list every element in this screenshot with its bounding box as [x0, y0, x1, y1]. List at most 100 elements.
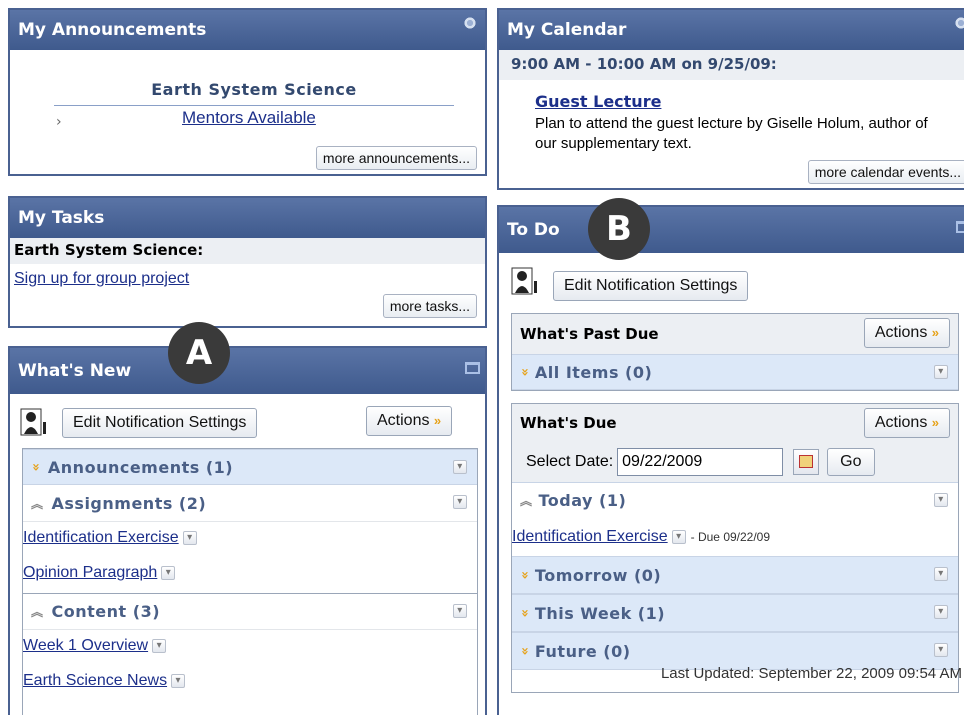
- chevron-down-icon: »: [433, 413, 442, 428]
- whats-new-sections: » Announcements (1) ▾ ︽ Assignments (2) …: [22, 448, 478, 715]
- chevron-up-icon: ︽: [520, 494, 533, 508]
- todo-header: To Do: [499, 207, 964, 253]
- announcements-header: My Announcements: [10, 10, 485, 50]
- todo-title: To Do: [507, 220, 560, 240]
- chevron-down-icon[interactable]: ▾: [934, 365, 948, 379]
- item-link[interactable]: Week 1 Overview: [23, 637, 148, 655]
- calendar-header: My Calendar: [499, 10, 964, 50]
- section-tomorrow[interactable]: » Tomorrow (0) ▾: [512, 556, 958, 594]
- chevron-down-icon[interactable]: ▾: [453, 495, 467, 509]
- announcements-course: Earth System Science: [54, 80, 454, 106]
- announcements-title: My Announcements: [18, 20, 207, 40]
- chevron-down-icon[interactable]: ▾: [934, 493, 948, 507]
- past-due-actions-button[interactable]: Actions »: [863, 318, 950, 348]
- section-label: Assignments (2): [51, 493, 207, 513]
- last-updated-text: Last Updated: September 22, 2009 09:54 A…: [660, 665, 962, 682]
- whats-new-actions-button[interactable]: Actions »: [366, 406, 453, 436]
- tasks-title: My Tasks: [18, 208, 105, 228]
- list-item: Earth Science News ▾: [23, 661, 477, 701]
- due-date-text: - Due 09/22/09: [690, 530, 771, 544]
- go-button[interactable]: Go: [827, 448, 875, 476]
- date-input[interactable]: [617, 448, 784, 476]
- section-all-items[interactable]: » All Items (0) ▾: [512, 354, 958, 390]
- section-this-week[interactable]: » This Week (1) ▾: [512, 594, 958, 632]
- whats-due-actions-button[interactable]: Actions »: [863, 408, 950, 438]
- actions-label: Actions: [874, 324, 928, 341]
- chevron-up-icon: ︽: [31, 605, 44, 619]
- calendar-time: 9:00 AM - 10:00 AM on 9/25/09:: [499, 50, 964, 80]
- section-label: Content (3): [51, 602, 161, 621]
- chevron-down-icon: »: [516, 646, 532, 656]
- calendar-event-link[interactable]: Guest Lecture: [535, 92, 661, 111]
- chevron-down-icon[interactable]: ▾: [934, 567, 948, 581]
- section-announcements[interactable]: » Announcements (1) ▾: [23, 449, 477, 485]
- arrow-right-icon: ›: [56, 114, 62, 130]
- past-due-panel: What's Past Due Actions » » All Items (0…: [511, 313, 959, 391]
- whats-new-module: What's New Edit Notification Settings Ac…: [8, 346, 487, 715]
- todo-module: To Do Edit Notification Settings What's …: [497, 205, 964, 715]
- gear-icon[interactable]: [954, 16, 964, 30]
- section-label: Today (1): [538, 491, 627, 510]
- item-link[interactable]: Identification Exercise: [512, 528, 668, 546]
- section-label: Tomorrow (0): [534, 565, 662, 585]
- whats-new-edit-notification-button[interactable]: Edit Notification Settings: [62, 408, 258, 438]
- chevron-up-icon: ︽: [31, 496, 44, 511]
- minimize-icon[interactable]: [463, 362, 480, 374]
- whats-due-panel: What's Due Actions » Select Date: Go ︽ T…: [511, 403, 959, 693]
- task-link[interactable]: Sign up for group project: [14, 270, 189, 288]
- section-content[interactable]: ︽ Content (3) ▾: [23, 593, 477, 629]
- chevron-down-icon[interactable]: ▾: [152, 638, 167, 653]
- section-label: Future (0): [534, 641, 631, 661]
- callout-b: B: [588, 198, 650, 260]
- callout-a: A: [168, 322, 230, 384]
- actions-label: Actions: [874, 414, 928, 431]
- section-label: All Items (0): [534, 362, 653, 382]
- chevron-down-icon: »: [516, 367, 532, 377]
- item-link[interactable]: Opinion Paragraph: [23, 564, 157, 582]
- item-link[interactable]: Identification Exercise: [23, 529, 179, 547]
- chevron-down-icon[interactable]: ▾: [934, 643, 948, 657]
- tasks-module: My Tasks Earth System Science: Sign up f…: [8, 196, 487, 328]
- gear-icon[interactable]: [463, 16, 477, 30]
- chevron-down-icon: »: [931, 325, 939, 340]
- whats-new-header: What's New: [10, 348, 485, 394]
- chevron-down-icon[interactable]: ▾: [934, 605, 948, 619]
- announcement-link[interactable]: Mentors Available: [182, 108, 316, 128]
- tasks-header: My Tasks: [10, 198, 485, 238]
- list-item: Week 1 Overview ▾: [23, 629, 477, 661]
- more-announcements-button[interactable]: more announcements...: [315, 146, 477, 170]
- chevron-down-icon[interactable]: ▾: [671, 530, 686, 544]
- calendar-icon[interactable]: [793, 449, 820, 475]
- chevron-down-icon[interactable]: ▾: [182, 530, 197, 545]
- chevron-down-icon: »: [516, 570, 532, 580]
- chevron-down-icon[interactable]: ▾: [161, 566, 176, 580]
- calendar-module: My Calendar 9:00 AM - 10:00 AM on 9/25/0…: [497, 8, 964, 190]
- section-assignments[interactable]: ︽ Assignments (2) ▾: [23, 485, 477, 521]
- more-calendar-events-button[interactable]: more calendar events...: [807, 160, 964, 184]
- person-icon: [20, 408, 46, 436]
- past-due-title: What's Past Due: [520, 325, 659, 343]
- select-date-label: Select Date:: [526, 453, 614, 470]
- todo-edit-notification-button[interactable]: Edit Notification Settings: [553, 271, 749, 301]
- calendar-title: My Calendar: [507, 20, 627, 40]
- list-item: Identification Exercise ▾: [23, 521, 477, 553]
- chevron-down-icon[interactable]: ▾: [453, 604, 467, 618]
- chevron-down-icon[interactable]: ▾: [171, 674, 186, 688]
- actions-label: Actions: [377, 412, 430, 429]
- section-label: Announcements (1): [47, 457, 234, 477]
- calendar-description: Plan to attend the guest lecture by Gise…: [535, 115, 928, 152]
- more-tasks-button[interactable]: more tasks...: [382, 294, 477, 318]
- chevron-down-icon: »: [516, 608, 532, 618]
- chevron-down-icon: »: [27, 462, 43, 472]
- section-label: This Week (1): [534, 603, 666, 623]
- section-today[interactable]: ︽ Today (1) ▾: [512, 482, 958, 518]
- tasks-course: Earth System Science:: [10, 238, 485, 264]
- item-link[interactable]: Earth Science News: [23, 672, 167, 690]
- announcements-module: My Announcements Earth System Science › …: [8, 8, 487, 176]
- list-item: Identification Exercise ▾ - Due 09/22/09: [512, 518, 958, 556]
- whats-new-title: What's New: [18, 361, 132, 381]
- chevron-down-icon[interactable]: ▾: [453, 460, 467, 474]
- whats-due-title: What's Due: [520, 414, 617, 432]
- minimize-icon[interactable]: [954, 221, 964, 233]
- chevron-down-icon: »: [931, 415, 939, 430]
